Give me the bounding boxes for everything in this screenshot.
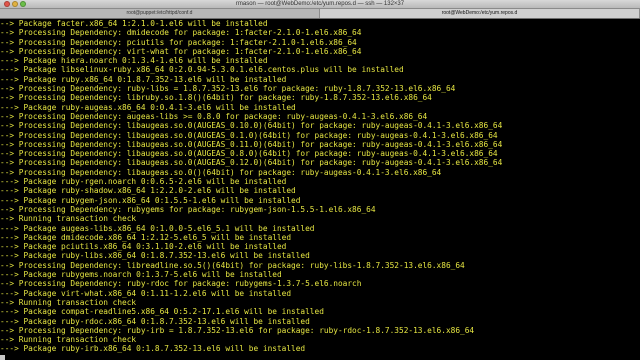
terminal-line: --> Processing Dependency: ruby-libs = 1… (0, 84, 456, 94)
terminal-line: ---> Package ruby-rdoc.x86_64 0:1.8.7.35… (0, 316, 310, 326)
terminal-line: --> Processing Dependency: libaugeas.so.… (0, 139, 503, 149)
terminal-line: ---> Package augeas-libs.x86_64 0:1.0.0-… (0, 223, 315, 233)
terminal-line: ---> Package compat-readline5.x86_64 0:5… (0, 307, 324, 317)
terminal-cursor-line (0, 354, 640, 360)
terminal-line: ---> Package ruby-irb.x86_64 0:1.8.7.352… (0, 344, 306, 354)
terminal-line: --> Processing Dependency: libaugeas.so.… (0, 167, 442, 177)
terminal-line: ---> Package ruby-augeas.x86_64 0:0.4.1-… (0, 102, 296, 112)
terminal-line: ---> Package virt-what.x86_64 0:1.11-1.2… (0, 288, 292, 298)
terminal-line: ---> Package dmidecode.x86_64 1:2.12-5.e… (0, 232, 292, 242)
terminal-line: --> Processing Dependency: augeas-libs >… (0, 111, 428, 121)
terminal-line: --> Processing Dependency: libruby.so.1.… (0, 93, 432, 103)
terminal-line: --> Processing Dependency: libaugeas.so.… (0, 158, 503, 168)
terminal-line: --> Processing Dependency: libaugeas.so.… (0, 130, 498, 140)
terminal-line: --> Running transaction check (0, 214, 137, 224)
terminal-line: ---> Package ruby-libs.x86_64 0:1.8.7.35… (0, 251, 310, 261)
terminal-line: --> Running transaction check (0, 335, 137, 345)
title-bar[interactable]: rmason — root@WebDemo:/etc/yum.repos.d —… (0, 0, 640, 9)
terminal-lines: --> Package facter.x86_64 1:2.1.0-1.el6 … (0, 19, 640, 360)
terminal-line: ---> Package rubygems.noarch 0:1.3.7-5.e… (0, 270, 282, 280)
terminal-window: rmason — root@WebDemo:/etc/yum.repos.d —… (0, 0, 640, 360)
terminal-line: ---> Package ruby.x86_64 0:1.8.7.352-13.… (0, 74, 287, 84)
tab-bar: root@puppet:/etc/httpd/conf.d root@WebDe… (0, 9, 640, 19)
terminal-line: --> Processing Dependency: pciutils for … (0, 37, 357, 47)
terminal-line: ---> Package pciutils.x86_64 0:3.1.10-2.… (0, 242, 287, 252)
terminal-line: --> Processing Dependency: ruby-irb = 1.… (0, 325, 475, 335)
terminal-line: --> Processing Dependency: virt-what for… (0, 46, 362, 56)
tab-puppet-httpd[interactable]: root@puppet:/etc/httpd/conf.d (0, 9, 320, 18)
terminal-line: ---> Package libselinux-ruby.x86_64 0:2.… (0, 65, 404, 75)
terminal-output[interactable]: --> Package facter.x86_64 1:2.1.0-1.el6 … (0, 19, 640, 360)
terminal-line: ---> Package hiera.noarch 0:1.3.4-1.el6 … (0, 56, 268, 66)
window-title: rmason — root@WebDemo:/etc/yum.repos.d —… (235, 1, 405, 7)
terminal-line: ---> Package ruby-rgen.noarch 0:0.6.5-2.… (0, 177, 287, 187)
terminal-line: --> Running transaction check (0, 297, 137, 307)
terminal-line: --> Processing Dependency: rubygems for … (0, 204, 376, 214)
terminal-line: --> Processing Dependency: ruby-rdoc for… (0, 279, 362, 289)
terminal-line: --> Processing Dependency: libreadline.s… (0, 260, 465, 270)
terminal-line: --> Processing Dependency: libaugeas.so.… (0, 149, 498, 159)
terminal-line: --> Processing Dependency: libaugeas.so.… (0, 121, 503, 131)
terminal-line: --> Package facter.x86_64 1:2.1.0-1.el6 … (0, 19, 268, 28)
tab-webdemo-yum[interactable]: root@WebDemo:/etc/yum.repos.d (320, 9, 640, 18)
terminal-line: ---> Package rubygem-json.x86_64 0:1.5.5… (0, 195, 301, 205)
cursor-block (0, 354, 5, 360)
terminal-line: ---> Package ruby-shadow.x86_64 1:2.2.0-… (0, 186, 296, 196)
terminal-line: --> Processing Dependency: dmidecode for… (0, 28, 362, 38)
